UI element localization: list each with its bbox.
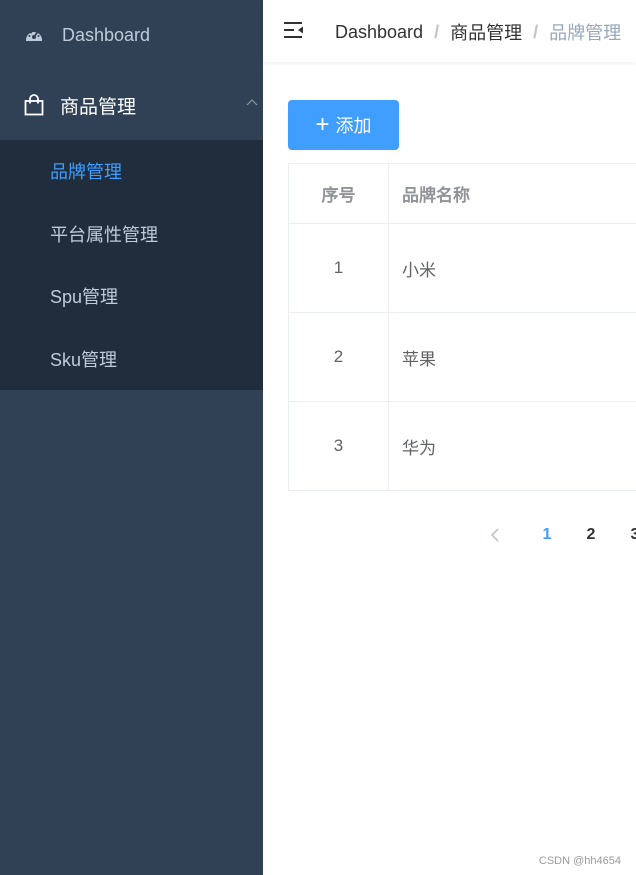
table-cell-brand-name: 小米 — [402, 260, 436, 280]
breadcrumb-separator: / — [533, 21, 539, 42]
table-cell-index: 1 — [289, 224, 389, 312]
sidebar-item-label: Sku管理 — [50, 350, 118, 370]
pagination: 1 2 3 — [485, 520, 636, 550]
add-button[interactable]: + 添加 — [288, 100, 399, 150]
navbar: Dashboard / 商品管理 / 品牌管理 — [263, 0, 636, 62]
page-number[interactable]: 2 — [571, 526, 611, 544]
shopping-bag-icon — [24, 94, 44, 116]
plus-icon: + — [315, 111, 330, 138]
table-cell-index: 2 — [289, 313, 389, 401]
chevron-left-icon[interactable] — [485, 520, 505, 550]
column-header-index: 序号 — [289, 164, 389, 223]
table-row: 2 苹果 — [289, 313, 636, 402]
breadcrumb-separator: / — [434, 21, 440, 42]
sidebar: Dashboard 商品管理 品牌管理 平台属性管理 Spu管理 Sku管理 — [0, 0, 263, 875]
table-row: 3 华为 — [289, 402, 636, 491]
brand-table: 序号 品牌名称 1 小米 2 苹果 3 华为 — [288, 163, 636, 491]
hamburger-menu-icon[interactable] — [283, 20, 305, 40]
column-header-brand-name: 品牌名称 — [402, 186, 470, 205]
sidebar-item-sku[interactable]: Sku管理 — [0, 328, 263, 390]
sidebar-item-label: Spu管理 — [50, 287, 119, 307]
menu-item-goods-label: 商品管理 — [60, 96, 137, 118]
menu-item-dashboard[interactable]: Dashboard — [0, 0, 263, 70]
sidebar-item-spu[interactable]: Spu管理 — [0, 265, 263, 327]
sidebar-item-label: 平台属性管理 — [50, 225, 158, 245]
sidebar-item-attr[interactable]: 平台属性管理 — [0, 203, 263, 265]
page-number[interactable]: 1 — [527, 526, 567, 544]
breadcrumb: Dashboard / 商品管理 / 品牌管理 — [335, 19, 621, 45]
page-number[interactable]: 3 — [615, 526, 636, 544]
breadcrumb-item-goods[interactable]: 商品管理 — [450, 19, 522, 45]
chevron-up-icon — [245, 96, 259, 110]
sidebar-item-brand[interactable]: 品牌管理 — [0, 140, 263, 202]
breadcrumb-item-current: 品牌管理 — [549, 23, 622, 43]
submenu-goods: 品牌管理 平台属性管理 Spu管理 Sku管理 — [0, 140, 263, 390]
table-row: 1 小米 — [289, 224, 636, 313]
breadcrumb-item-dashboard[interactable]: Dashboard — [335, 22, 423, 43]
sidebar-item-label: 品牌管理 — [50, 162, 122, 182]
table-cell-brand-name: 苹果 — [402, 349, 436, 369]
table-header-row: 序号 品牌名称 — [289, 164, 636, 224]
add-button-label: 添加 — [335, 116, 372, 136]
watermark: CSDN @hh4654 — [538, 855, 621, 867]
table-cell-index: 3 — [289, 402, 389, 490]
menu-item-goods[interactable]: 商品管理 — [0, 70, 263, 140]
table-cell-brand-name: 华为 — [402, 438, 436, 458]
dashboard-icon — [24, 25, 44, 45]
menu-item-dashboard-label: Dashboard — [62, 24, 151, 45]
